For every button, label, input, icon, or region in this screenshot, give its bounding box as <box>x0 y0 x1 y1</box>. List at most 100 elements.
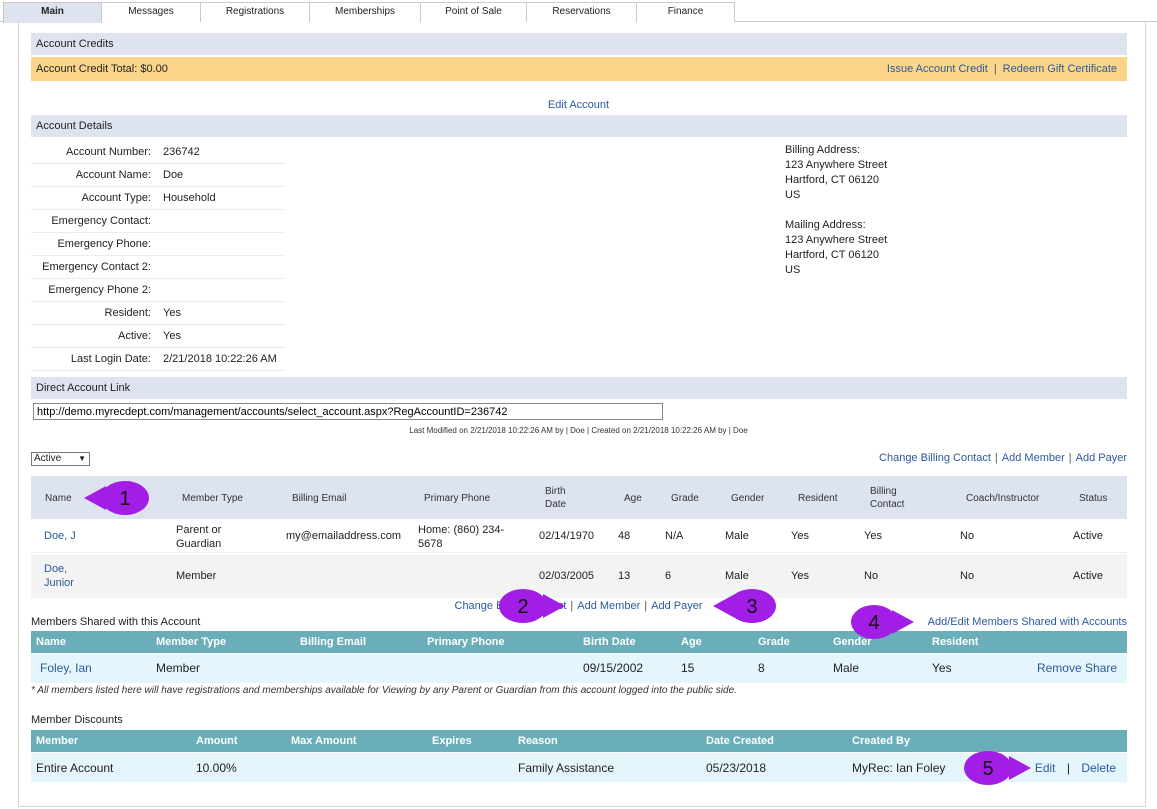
member-type-line: Guardian <box>176 538 222 550</box>
shared-member-type: Member <box>156 661 201 675</box>
edit-discount-link[interactable]: Edit <box>1035 761 1056 775</box>
member-phone: Home: (860) 234- 5678 <box>418 523 504 551</box>
col-primary-phone[interactable]: Primary Phone <box>427 636 505 648</box>
tab-messages[interactable]: Messages <box>101 2 201 22</box>
add-payer-link[interactable]: Add Payer <box>1076 452 1127 464</box>
edit-account-link[interactable]: Edit Account <box>548 99 609 111</box>
mailing-address-line: Hartford, CT 06120 <box>785 249 879 261</box>
change-billing-contact-link[interactable]: Change Billing Contact <box>455 600 567 612</box>
detail-key: Last Login Date: <box>70 353 151 365</box>
add-payer-link[interactable]: Add Payer <box>651 600 702 612</box>
col-billing-email[interactable]: Billing Email <box>300 636 366 648</box>
member-status: Active <box>1073 530 1103 542</box>
account-credits-header: Account Credits <box>31 33 1127 55</box>
change-billing-contact-link[interactable]: Change Billing Contact <box>879 452 991 464</box>
account-details-header: Account Details <box>31 115 1127 137</box>
col-resident[interactable]: Resident <box>798 492 837 505</box>
col-resident[interactable]: Resident <box>932 636 978 648</box>
credit-total-value: $0.00 <box>140 63 168 75</box>
member-age: 13 <box>618 570 631 582</box>
col-birth-date[interactable]: Birth Date <box>583 636 636 648</box>
detail-key: Emergency Phone: <box>57 238 151 250</box>
direct-account-link-input[interactable] <box>33 403 663 420</box>
add-member-link[interactable]: Add Member <box>577 600 640 612</box>
detail-key: Account Name: <box>75 169 151 181</box>
col-member-type[interactable]: Member Type <box>182 492 243 505</box>
member-row: Doe, Junior Member 02/03/2005 13 6 Male Y… <box>31 554 1127 598</box>
redeem-gift-certificate-link[interactable]: Redeem Gift Certificate <box>1003 63 1117 75</box>
member-age: 48 <box>618 530 631 542</box>
detail-value: Household <box>163 192 216 204</box>
discount-amount: 10.00% <box>196 761 237 775</box>
remove-share-link[interactable]: Remove Share <box>1037 661 1117 675</box>
billing-address-line: Hartford, CT 06120 <box>785 174 879 186</box>
col-coach-instructor[interactable]: Coach/Instructor <box>966 492 1039 505</box>
col-birth-date[interactable]: Birth Date <box>545 485 566 511</box>
col-billing-contact-line: Billing <box>870 486 897 497</box>
col-billing-email[interactable]: Billing Email <box>292 492 346 505</box>
status-filter-select[interactable]: Active ▼ <box>31 452 90 466</box>
col-grade[interactable]: Grade <box>758 636 790 648</box>
member-resident: Yes <box>791 530 809 542</box>
col-date-created[interactable]: Date Created <box>706 735 774 747</box>
separator: | <box>994 452 998 464</box>
discount-date-created: 05/23/2018 <box>706 761 767 775</box>
shared-member-grade: 8 <box>758 661 765 675</box>
shared-member-name-link[interactable]: Foley, Ian <box>40 661 92 675</box>
direct-account-link-header: Direct Account Link <box>31 377 1127 399</box>
member-billing-contact: No <box>864 570 879 582</box>
tab-finance[interactable]: Finance <box>636 2 735 22</box>
shared-members-title: Members Shared with this Account <box>31 616 201 628</box>
mailing-address-title: Mailing Address: <box>785 219 866 231</box>
member-phone-line: 5678 <box>418 538 443 550</box>
detail-key: Account Type: <box>81 192 151 204</box>
shared-member-row: Foley, Ian Member 09/15/2002 15 8 Male Y… <box>31 654 1127 683</box>
col-member[interactable]: Member <box>36 735 78 747</box>
col-grade[interactable]: Grade <box>671 492 699 505</box>
member-name-link[interactable]: Doe, J <box>44 529 76 543</box>
mailing-address-line: US <box>785 264 801 276</box>
col-reason[interactable]: Reason <box>518 735 558 747</box>
member-name-link[interactable]: Doe, Junior <box>44 562 74 590</box>
shared-members-header: Name Member Type Billing Email Primary P… <box>31 631 1127 653</box>
col-gender[interactable]: Gender <box>731 492 764 505</box>
col-billing-contact[interactable]: Billing Contact <box>870 485 904 511</box>
detail-key: Emergency Phone 2: <box>48 284 151 296</box>
shared-member-gender: Male <box>833 661 860 675</box>
col-member-type[interactable]: Member Type <box>156 636 226 648</box>
discount-row: Entire Account 10.00% Family Assistance … <box>31 753 1127 782</box>
col-birth-date-line: Birth <box>545 486 566 497</box>
col-created-by[interactable]: Created By <box>852 735 910 747</box>
billing-address: Billing Address: 123 Anywhere Street Har… <box>785 143 887 203</box>
delete-discount-link[interactable]: Delete <box>1081 761 1116 775</box>
tab-reservations[interactable]: Reservations <box>526 2 637 22</box>
discount-actions: Edit | Delete <box>1035 761 1116 775</box>
col-status[interactable]: Status <box>1079 492 1107 505</box>
issue-account-credit-link[interactable]: Issue Account Credit <box>887 63 988 75</box>
col-expires[interactable]: Expires <box>432 735 472 747</box>
detail-key: Active: <box>117 330 151 342</box>
tab-point-of-sale[interactable]: Point of Sale <box>420 2 527 22</box>
col-age[interactable]: Age <box>681 636 702 648</box>
col-age[interactable]: Age <box>624 492 642 505</box>
add-member-link[interactable]: Add Member <box>1002 452 1065 464</box>
col-amount[interactable]: Amount <box>196 735 238 747</box>
member-phone-line: Home: (860) 234- <box>418 524 505 536</box>
detail-value: Yes <box>163 307 181 319</box>
col-max-amount[interactable]: Max Amount <box>291 735 357 747</box>
col-primary-phone[interactable]: Primary Phone <box>424 492 490 505</box>
member-gender: Male <box>725 570 749 582</box>
add-edit-shared-members-link[interactable]: Add/Edit Members Shared with Accounts <box>928 616 1127 628</box>
col-name[interactable]: Name <box>45 492 72 505</box>
discount-created-by: MyRec: Ian Foley <box>852 761 946 775</box>
member-type: Parent or Guardian <box>176 523 221 551</box>
detail-value: 236742 <box>163 146 200 158</box>
member-gender: Male <box>725 530 749 542</box>
col-billing-contact-line: Contact <box>870 499 905 510</box>
col-gender[interactable]: Gender <box>833 636 872 648</box>
tab-registrations[interactable]: Registrations <box>200 2 310 22</box>
tab-memberships[interactable]: Memberships <box>309 2 421 22</box>
col-name[interactable]: Name <box>36 636 66 648</box>
member-resident: Yes <box>791 570 809 582</box>
tab-main[interactable]: Main <box>3 2 102 23</box>
